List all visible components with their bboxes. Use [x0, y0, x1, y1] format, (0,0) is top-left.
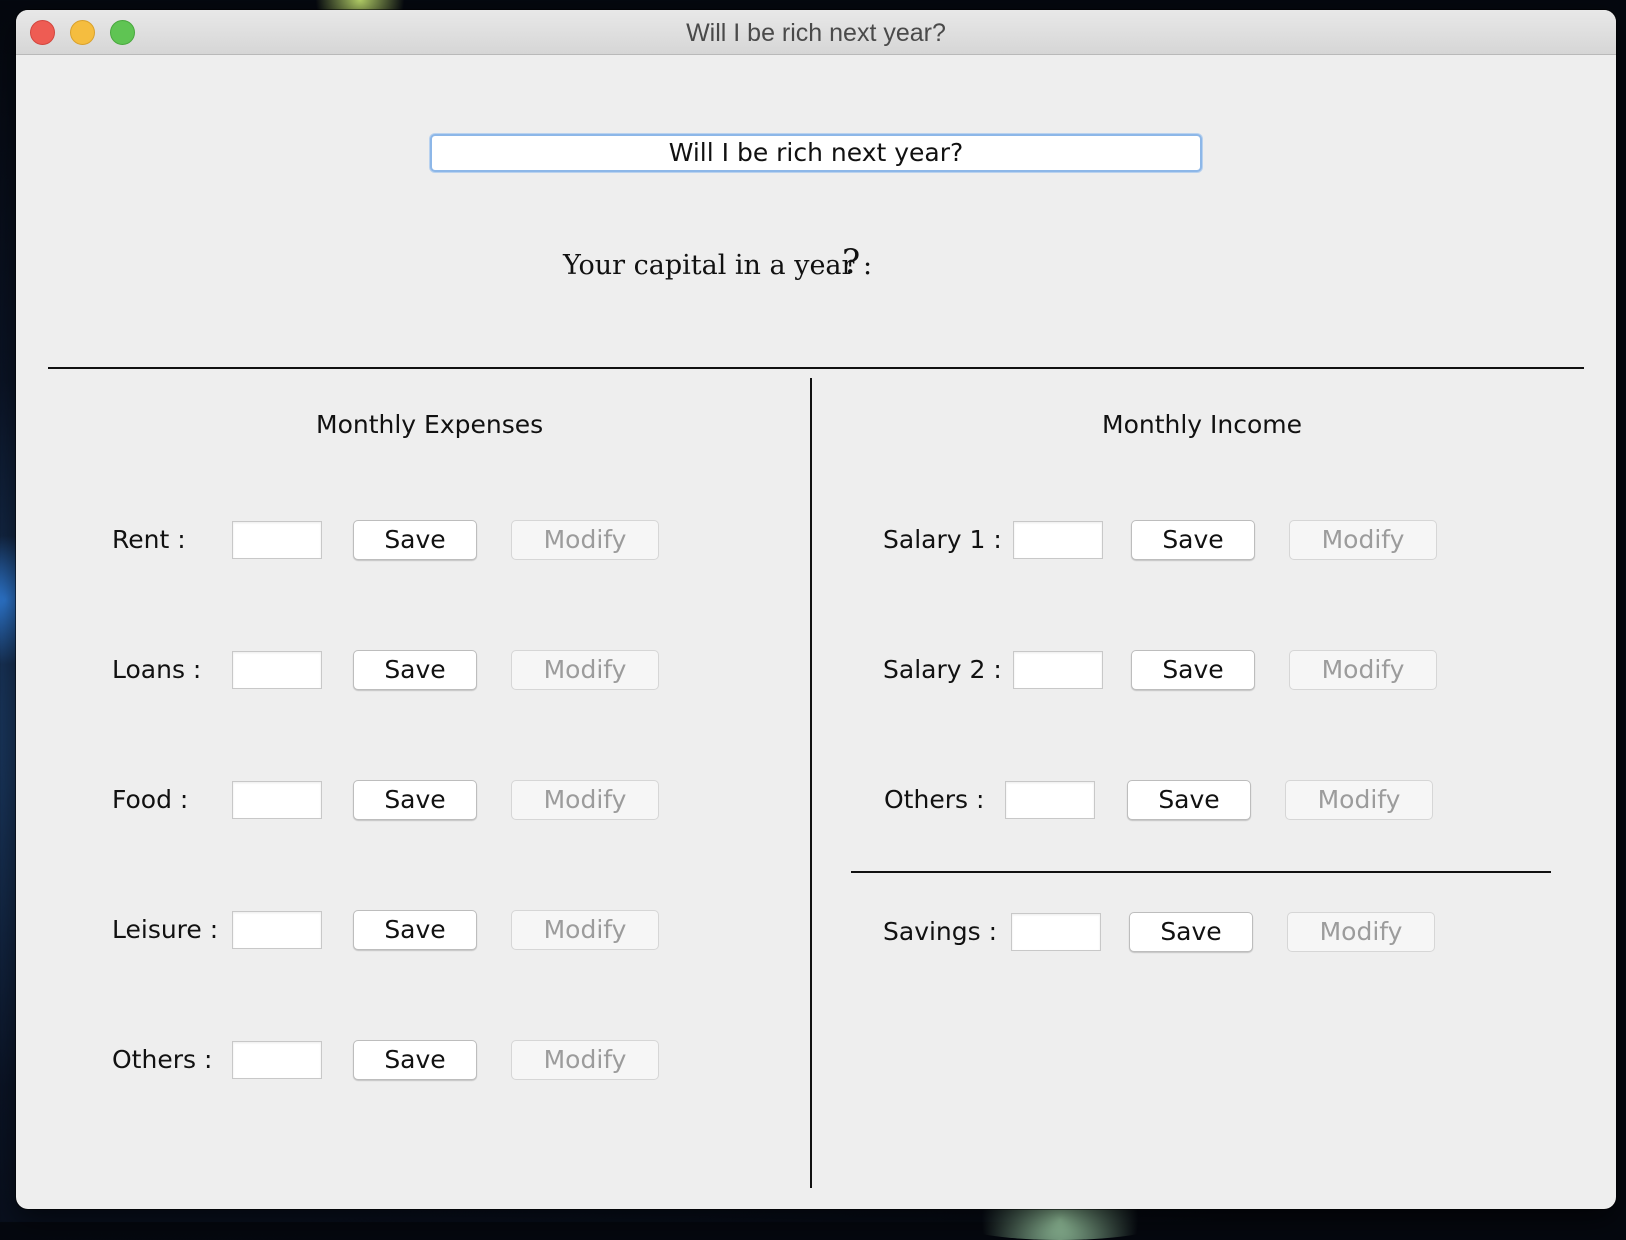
expense-others-modify-button[interactable]: Modify: [511, 1040, 659, 1080]
salary-1-input[interactable]: [1013, 521, 1103, 559]
food-input[interactable]: [232, 781, 322, 819]
title-text-field[interactable]: Will I be rich next year?: [430, 134, 1202, 172]
expenses-section-title: Monthly Expenses: [316, 410, 544, 439]
expense-label-loans: Loans :: [112, 655, 202, 684]
loans-input[interactable]: [232, 651, 322, 689]
income-section-title: Monthly Income: [1102, 410, 1303, 439]
capital-label: Your capital in a year :: [563, 250, 873, 281]
app-window: Will I be rich next year? Will I be rich…: [16, 10, 1616, 1209]
expense-label-leisure: Leisure :: [112, 915, 219, 944]
income-label-savings: Savings :: [883, 917, 998, 946]
savings-save-button[interactable]: Save: [1129, 912, 1253, 952]
loans-modify-button[interactable]: Modify: [511, 650, 659, 690]
income-label-salary-2: Salary 2 :: [883, 655, 1002, 684]
expense-label-others: Others :: [112, 1045, 213, 1074]
salary-1-modify-button[interactable]: Modify: [1289, 520, 1437, 560]
rent-save-button[interactable]: Save: [353, 520, 477, 560]
savings-divider: [851, 871, 1551, 873]
expense-label-rent: Rent :: [112, 525, 186, 554]
salary-1-save-button[interactable]: Save: [1131, 520, 1255, 560]
expense-others-save-button[interactable]: Save: [353, 1040, 477, 1080]
food-save-button[interactable]: Save: [353, 780, 477, 820]
window-title: Will I be rich next year?: [686, 19, 946, 47]
rent-modify-button[interactable]: Modify: [511, 520, 659, 560]
income-others-input[interactable]: [1005, 781, 1095, 819]
income-others-modify-button[interactable]: Modify: [1285, 780, 1433, 820]
expense-label-food: Food :: [112, 785, 189, 814]
salary-2-input[interactable]: [1013, 651, 1103, 689]
salary-2-modify-button[interactable]: Modify: [1289, 650, 1437, 690]
savings-input[interactable]: [1011, 913, 1101, 951]
savings-modify-button[interactable]: Modify: [1287, 912, 1435, 952]
income-label-others: Others :: [884, 785, 985, 814]
title-bar[interactable]: Will I be rich next year?: [16, 10, 1616, 55]
column-divider: [810, 378, 812, 1188]
salary-2-save-button[interactable]: Save: [1131, 650, 1255, 690]
food-modify-button[interactable]: Modify: [511, 780, 659, 820]
expense-others-input[interactable]: [232, 1041, 322, 1079]
income-others-save-button[interactable]: Save: [1127, 780, 1251, 820]
leisure-save-button[interactable]: Save: [353, 910, 477, 950]
income-label-salary-1: Salary 1 :: [883, 525, 1002, 554]
leisure-input[interactable]: [232, 911, 322, 949]
loans-save-button[interactable]: Save: [353, 650, 477, 690]
leisure-modify-button[interactable]: Modify: [511, 910, 659, 950]
rent-input[interactable]: [232, 521, 322, 559]
top-divider: [48, 367, 1584, 369]
capital-value: ?: [842, 242, 861, 282]
